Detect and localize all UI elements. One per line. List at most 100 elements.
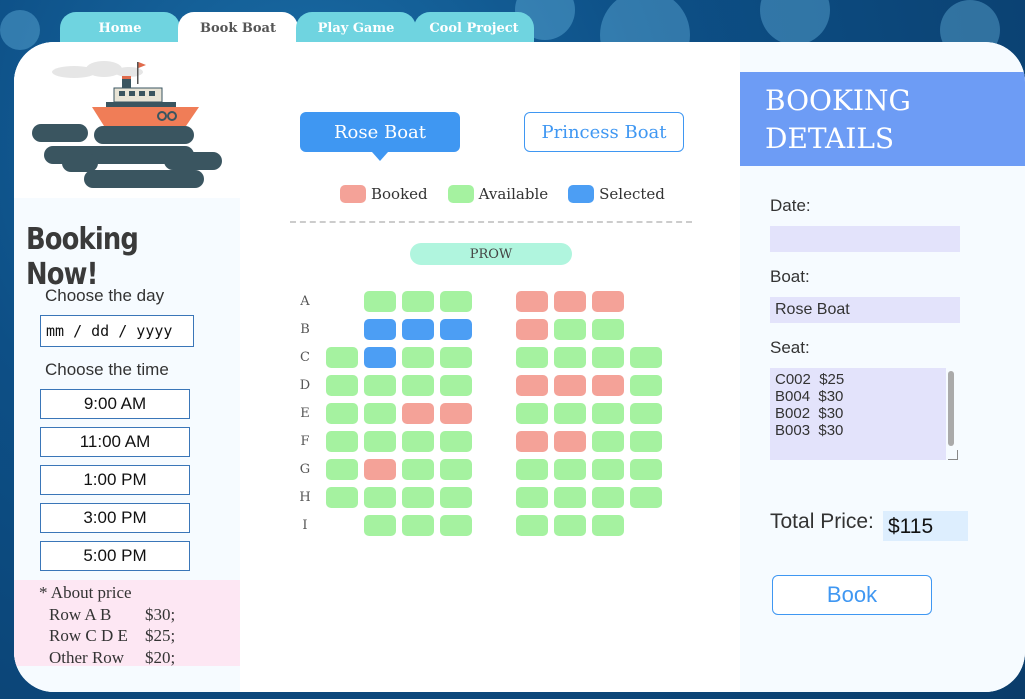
seat-a-3-available[interactable] bbox=[402, 291, 434, 312]
seat-c-9-available[interactable] bbox=[630, 347, 662, 368]
row-label-e: E bbox=[300, 406, 310, 421]
seat-f-2-available[interactable] bbox=[364, 431, 396, 452]
price-row-value: $25; bbox=[145, 626, 176, 645]
seat-a-8-booked bbox=[592, 291, 624, 312]
row-label-c: C bbox=[300, 350, 310, 365]
seat-g-3-available[interactable] bbox=[402, 459, 434, 480]
choose-day-label: Choose the day bbox=[45, 286, 165, 305]
seat-e-7-available[interactable] bbox=[554, 403, 586, 424]
seat-f-4-available[interactable] bbox=[440, 431, 472, 452]
seat-i-6-available[interactable] bbox=[516, 515, 548, 536]
seat-h-7-available[interactable] bbox=[554, 487, 586, 508]
seat-c-6-available[interactable] bbox=[516, 347, 548, 368]
seat-e-3-booked bbox=[402, 403, 434, 424]
seat-g-1-available[interactable] bbox=[326, 459, 358, 480]
seat-h-3-available[interactable] bbox=[402, 487, 434, 508]
seat-b-4-selected[interactable] bbox=[440, 319, 472, 340]
seat-g-2-booked bbox=[364, 459, 396, 480]
date-input[interactable]: mm / dd / yyyy bbox=[40, 315, 194, 347]
seat-d-3-available[interactable] bbox=[402, 375, 434, 396]
seat-d-2-available[interactable] bbox=[364, 375, 396, 396]
seat-h-6-available[interactable] bbox=[516, 487, 548, 508]
seat-e-1-available[interactable] bbox=[326, 403, 358, 424]
seat-d-1-available[interactable] bbox=[326, 375, 358, 396]
seat-e-6-available[interactable] bbox=[516, 403, 548, 424]
seat-g-9-available[interactable] bbox=[630, 459, 662, 480]
row-label-h: H bbox=[299, 490, 311, 505]
title-line: BOOKING bbox=[765, 84, 911, 117]
price-note: * About price Row A B $30; Row C D E $25… bbox=[14, 580, 240, 669]
seat-i-8-available[interactable] bbox=[592, 515, 624, 536]
seat-i-2-available[interactable] bbox=[364, 515, 396, 536]
seat-a-2-available[interactable] bbox=[364, 291, 396, 312]
seat-g-7-available[interactable] bbox=[554, 459, 586, 480]
seat-f-1-available[interactable] bbox=[326, 431, 358, 452]
seat-i-3-available[interactable] bbox=[402, 515, 434, 536]
seat-h-1-available[interactable] bbox=[326, 487, 358, 508]
rose-boat-button[interactable]: Rose Boat bbox=[300, 112, 460, 161]
seat-b-8-available[interactable] bbox=[592, 319, 624, 340]
time-option-9am[interactable]: 9:00 AM bbox=[40, 389, 190, 419]
seat-f-8-available[interactable] bbox=[592, 431, 624, 452]
resize-handle[interactable] bbox=[948, 450, 958, 460]
tab-book-boat[interactable]: Book Boat bbox=[178, 12, 298, 44]
seat-h-4-available[interactable] bbox=[440, 487, 472, 508]
seat-c-1-available[interactable] bbox=[326, 347, 358, 368]
seat-e-2-available[interactable] bbox=[364, 403, 396, 424]
seat-c-7-available[interactable] bbox=[554, 347, 586, 368]
tab-cool-project[interactable]: Cool Project bbox=[414, 12, 534, 44]
total-price-label: Total Price: bbox=[770, 510, 874, 533]
time-option-11am[interactable]: 11:00 AM bbox=[40, 427, 190, 457]
seat-h-8-available[interactable] bbox=[592, 487, 624, 508]
seat-b-2-selected[interactable] bbox=[364, 319, 396, 340]
main-panel: Booking Now! Choose the day mm / dd / yy… bbox=[14, 42, 1025, 692]
seat-b-6-booked bbox=[516, 319, 548, 340]
seat-a-7-booked bbox=[554, 291, 586, 312]
time-option-3pm[interactable]: 3:00 PM bbox=[40, 503, 190, 533]
seat-g-6-available[interactable] bbox=[516, 459, 548, 480]
date-label: Date: bbox=[770, 196, 811, 215]
seat-d-4-available[interactable] bbox=[440, 375, 472, 396]
seat-b-3-selected[interactable] bbox=[402, 319, 434, 340]
price-row: Other Row $20; bbox=[39, 647, 240, 669]
seat-e-8-available[interactable] bbox=[592, 403, 624, 424]
seat-a-4-available[interactable] bbox=[440, 291, 472, 312]
tab-play-game[interactable]: Play Game bbox=[296, 12, 416, 44]
date-field[interactable] bbox=[770, 226, 960, 252]
seat-g-8-available[interactable] bbox=[592, 459, 624, 480]
seat-f-3-available[interactable] bbox=[402, 431, 434, 452]
seat-d-9-available[interactable] bbox=[630, 375, 662, 396]
seat-c-4-available[interactable] bbox=[440, 347, 472, 368]
prow-label: PROW bbox=[410, 243, 572, 265]
time-option-1pm[interactable]: 1:00 PM bbox=[40, 465, 190, 495]
seat-i-4-available[interactable] bbox=[440, 515, 472, 536]
row-label-i: I bbox=[302, 518, 308, 533]
time-option-5pm[interactable]: 5:00 PM bbox=[40, 541, 190, 571]
seat-i-7-available[interactable] bbox=[554, 515, 586, 536]
boat-field[interactable]: Rose Boat bbox=[770, 297, 960, 323]
row-label-g: G bbox=[299, 462, 311, 477]
seat-b-7-available[interactable] bbox=[554, 319, 586, 340]
seat-textarea[interactable]: C002 $25 B004 $30 B002 $30 B003 $30 bbox=[770, 368, 946, 460]
seat-scrollbar[interactable] bbox=[948, 371, 954, 446]
seat-c-8-available[interactable] bbox=[592, 347, 624, 368]
seat-legend: Booked Available Selected bbox=[340, 185, 685, 203]
price-row-label: Row C D E bbox=[49, 626, 128, 645]
row-label-d: D bbox=[299, 378, 311, 393]
seat-f-9-available[interactable] bbox=[630, 431, 662, 452]
seat-a-6-booked bbox=[516, 291, 548, 312]
seat-h-9-available[interactable] bbox=[630, 487, 662, 508]
seat-g-4-available[interactable] bbox=[440, 459, 472, 480]
price-row: Row A B $30; bbox=[39, 604, 240, 626]
seat-c-2-selected[interactable] bbox=[364, 347, 396, 368]
choose-time-label: Choose the time bbox=[45, 360, 169, 379]
seat-e-9-available[interactable] bbox=[630, 403, 662, 424]
tab-home[interactable]: Home bbox=[60, 12, 180, 44]
princess-boat-button[interactable]: Princess Boat bbox=[524, 112, 684, 152]
seat-c-3-available[interactable] bbox=[402, 347, 434, 368]
seat-entry: B004 $30 bbox=[775, 388, 844, 405]
boat-illustration bbox=[14, 42, 240, 198]
legend-available: Available bbox=[447, 185, 548, 203]
seat-h-2-available[interactable] bbox=[364, 487, 396, 508]
book-button[interactable]: Book bbox=[772, 575, 932, 615]
